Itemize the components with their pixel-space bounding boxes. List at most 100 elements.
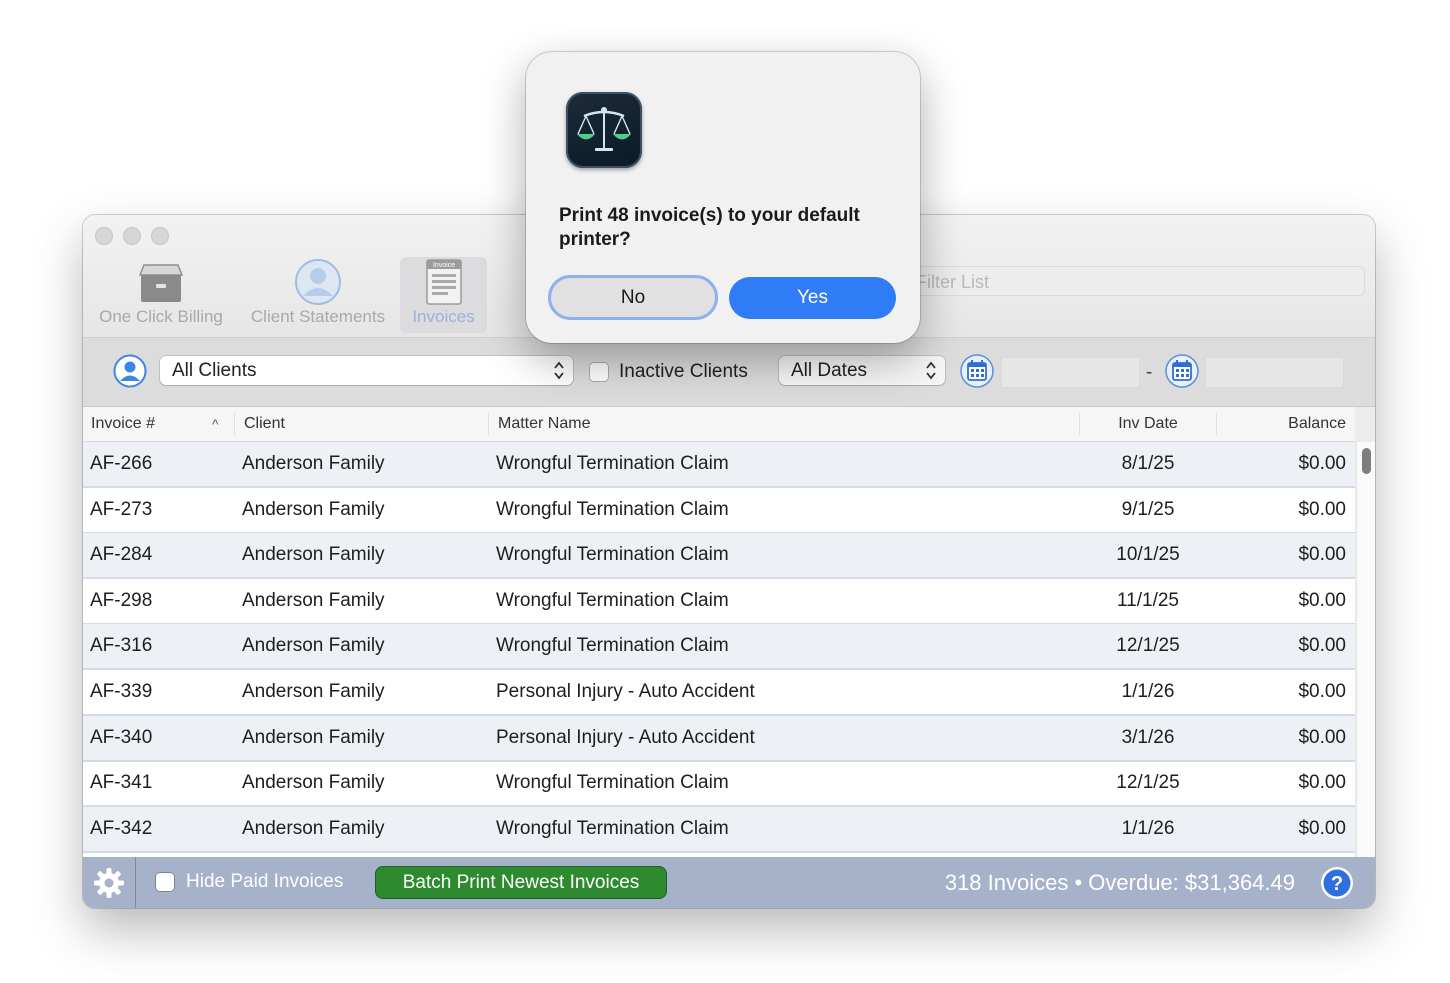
column-header-balance[interactable]: Balance	[1223, 407, 1346, 441]
cell-client: Anderson Family	[242, 635, 385, 657]
cell-matter: Wrongful Termination Claim	[496, 635, 729, 657]
table-row[interactable]: AF-341 Anderson Family Wrongful Terminatio…	[83, 761, 1355, 808]
end-date-field[interactable]	[1205, 357, 1344, 388]
cell-invoice: AF-298	[90, 589, 153, 611]
help-icon[interactable]: ?	[1320, 866, 1354, 905]
cell-inv-date: 3/1/26	[1121, 726, 1175, 748]
cell-inv-date: 8/1/25	[1121, 453, 1175, 474]
date-separator: -	[1146, 362, 1153, 383]
minimize-window-button[interactable]	[123, 227, 141, 245]
client-person-icon	[113, 354, 147, 393]
end-date-calendar-icon[interactable]	[1165, 354, 1199, 393]
column-header-client[interactable]: Client	[244, 407, 285, 441]
invoice-document-icon: Invoice	[421, 257, 467, 312]
invoice-table-body: AF-266 Anderson Family Wrongful Terminatio…	[83, 442, 1355, 857]
cell-client: Anderson Family	[242, 498, 385, 520]
cell-balance: $0.00	[1298, 817, 1346, 839]
cell-invoice: AF-339	[90, 681, 153, 702]
cell-invoice: AF-273	[90, 498, 153, 520]
dialog-message: Print 48 invoice(s) to your default prin…	[559, 205, 860, 250]
cell-invoice: AF-316	[90, 635, 153, 657]
column-header-inv-date[interactable]: Inv Date	[1083, 407, 1213, 441]
toolbar-client-statements[interactable]: Client Statements	[243, 257, 393, 333]
select-arrows-icon	[926, 361, 936, 380]
cell-balance: $0.00	[1298, 772, 1346, 794]
table-row[interactable]: AF-342 Anderson Family Wrongful Terminatio…	[83, 806, 1355, 853]
column-header-matter[interactable]: Matter Name	[498, 407, 590, 441]
cell-matter: Wrongful Termination Claim	[496, 589, 729, 611]
cell-balance: $0.00	[1298, 681, 1346, 702]
table-row[interactable]: AF-339 Anderson Family Personal Injury - A…	[83, 670, 1355, 716]
table-row[interactable]: AF-340 Anderson Family Personal Injury - A…	[83, 715, 1355, 762]
cell-matter: Personal Injury - Auto Accident	[496, 681, 755, 702]
inactive-clients-label: Inactive Clients	[619, 361, 748, 382]
scrollbar-thumb[interactable]	[1362, 448, 1371, 474]
cell-inv-date: 11/1/25	[1117, 589, 1179, 611]
cell-client: Anderson Family	[242, 589, 385, 611]
client-select[interactable]: All Clients	[160, 356, 573, 385]
cell-matter: Wrongful Termination Claim	[496, 544, 729, 566]
toolbar-one-click-billing-label: One Click Billing	[99, 307, 223, 326]
window-controls	[95, 227, 169, 245]
cell-matter: Wrongful Termination Claim	[496, 772, 729, 794]
cell-inv-date: 12/1/25	[1116, 772, 1180, 794]
toolbar-one-click-billing[interactable]: One Click Billing	[95, 257, 227, 333]
cell-client: Anderson Family	[242, 726, 385, 748]
table-row[interactable]: AF-273 Anderson Family Wrongful Terminatio…	[83, 488, 1355, 534]
select-arrows-icon	[554, 361, 564, 380]
table-row[interactable]: AF-284 Anderson Family Wrongful Terminatio…	[83, 533, 1355, 580]
table-header: Invoice # ^ Client Matter Name Inv Date …	[83, 407, 1355, 442]
cell-inv-date: 12/1/25	[1116, 635, 1180, 657]
print-confirm-dialog: Print 48 invoice(s) to your default prin…	[526, 52, 920, 343]
cell-invoice: AF-342	[90, 817, 153, 839]
zoom-window-button[interactable]	[151, 227, 169, 245]
filter-bar: All Clients Inactive Clients All Dates -	[83, 338, 1375, 407]
cell-client: Anderson Family	[242, 772, 385, 794]
column-divider	[1079, 413, 1080, 435]
cell-balance: $0.00	[1298, 589, 1346, 611]
hide-paid-invoices-checkbox[interactable]	[156, 873, 174, 891]
column-divider	[488, 413, 489, 435]
inactive-clients-checkbox[interactable]	[590, 363, 608, 381]
filter-list-input[interactable]: Filter List	[905, 266, 1365, 296]
table-row[interactable]: AF-316 Anderson Family Wrongful Terminatio…	[83, 624, 1355, 671]
invoice-summary-status: 318 Invoices • Overdue: $31,364.49	[944, 870, 1295, 895]
cell-balance: $0.00	[1298, 726, 1346, 748]
cell-invoice: AF-266	[90, 453, 153, 474]
cell-inv-date: 1/1/26	[1121, 817, 1175, 839]
yes-button[interactable]: Yes	[729, 277, 896, 319]
close-window-button[interactable]	[95, 227, 113, 245]
cell-inv-date: 10/1/25	[1116, 544, 1180, 566]
cell-inv-date: 1/1/26	[1121, 681, 1175, 702]
column-divider	[234, 413, 235, 435]
cell-balance: $0.00	[1298, 453, 1346, 474]
toolbar-client-statements-label: Client Statements	[250, 307, 386, 326]
gear-icon[interactable]	[93, 867, 125, 904]
toolbar-invoices[interactable]: Invoice Invoices	[400, 257, 487, 333]
start-date-field[interactable]	[1001, 357, 1140, 388]
cell-matter: Wrongful Termination Claim	[496, 453, 729, 474]
archive-box-icon	[136, 257, 186, 312]
table-row[interactable]: AF-298 Anderson Family Wrongful Terminatio…	[83, 579, 1355, 625]
cell-balance: $0.00	[1298, 635, 1346, 657]
bottom-divider	[135, 857, 136, 908]
client-select-value: All Clients	[172, 360, 257, 381]
person-circle-icon	[293, 257, 343, 312]
date-range-select-value: All Dates	[791, 360, 868, 381]
scales-of-justice-icon	[566, 92, 642, 168]
date-range-select[interactable]: All Dates	[779, 356, 945, 385]
cell-invoice: AF-341	[90, 772, 153, 794]
sort-ascending-icon: ^	[212, 416, 219, 432]
invoice-badge-text: Invoice	[432, 262, 454, 269]
cell-client: Anderson Family	[242, 544, 385, 566]
table-row[interactable]: AF-266 Anderson Family Wrongful Terminatio…	[83, 442, 1355, 488]
cell-matter: Personal Injury - Auto Accident	[496, 726, 755, 748]
cell-balance: $0.00	[1298, 498, 1346, 520]
table-scrollbar[interactable]	[1356, 442, 1375, 857]
no-button[interactable]: No	[548, 275, 718, 320]
cell-invoice: AF-284	[90, 544, 153, 566]
batch-print-button[interactable]: Batch Print Newest Invoices	[375, 866, 667, 899]
cell-inv-date: 9/1/25	[1121, 498, 1175, 520]
column-header-invoice[interactable]: Invoice #	[91, 407, 155, 441]
start-date-calendar-icon[interactable]	[960, 354, 994, 393]
